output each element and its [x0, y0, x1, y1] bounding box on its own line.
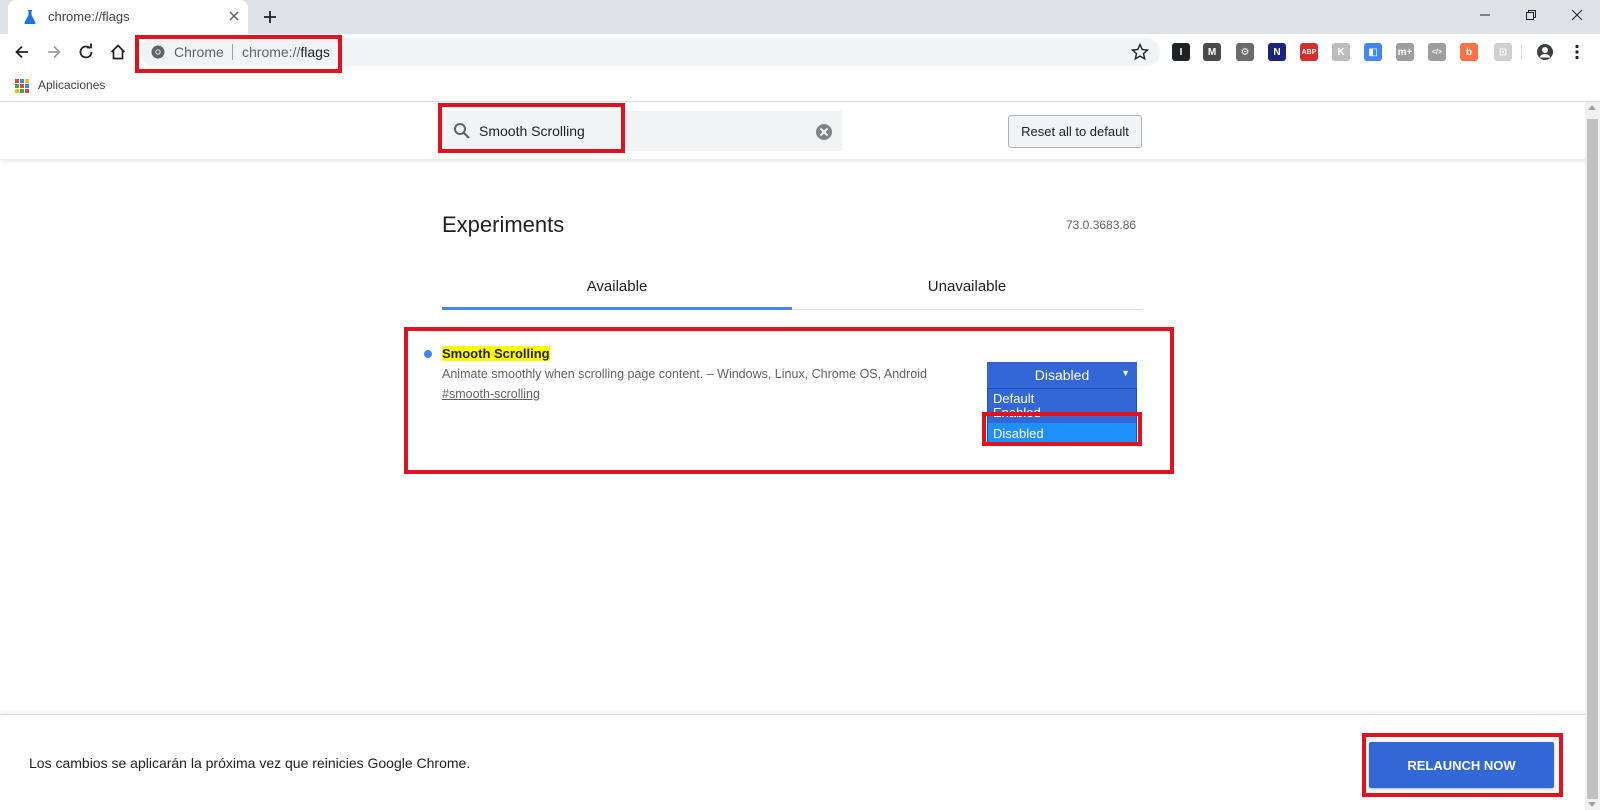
window-close-button[interactable] [1554, 0, 1600, 30]
flag-select[interactable]: Disabled ▼ [987, 362, 1137, 388]
ext-code-icon[interactable]: </> [1428, 43, 1446, 61]
tab-bar: Available Unavailable [442, 266, 1142, 310]
select-value: Disabled [1034, 367, 1090, 383]
tab-strip: chrome://flags [0, 0, 1600, 34]
ext-lock-icon[interactable]: ⊡ [1494, 43, 1512, 61]
tab-title: chrome://flags [48, 9, 130, 24]
window-close-icon [1571, 9, 1583, 21]
bookmarks-bar: Aplicaciones [0, 70, 1600, 102]
ext-n-icon[interactable]: N [1268, 43, 1286, 61]
toolbar-divider [1521, 44, 1522, 60]
flag-anchor-link[interactable]: #smooth-scrolling [442, 387, 540, 401]
arrow-left-icon [15, 45, 28, 59]
modified-indicator-dot [424, 350, 432, 358]
ext-i-icon[interactable]: I [1172, 43, 1190, 61]
tab-unavailable[interactable]: Unavailable [792, 266, 1142, 310]
arrow-right-icon [48, 45, 61, 59]
option-enabled[interactable]: Enabled [988, 405, 1136, 417]
ext-blue-icon[interactable]: ◧ [1364, 43, 1382, 61]
forward-button[interactable] [42, 40, 66, 64]
ext-abp-icon[interactable]: ABP [1300, 43, 1318, 61]
chrome-icon [151, 45, 165, 59]
close-icon[interactable] [226, 8, 242, 24]
star-icon[interactable] [1130, 42, 1150, 62]
page-title: Experiments [442, 212, 565, 237]
profile-avatar-icon[interactable] [1536, 43, 1554, 61]
reload-icon [79, 43, 93, 59]
toolbar: Chrome chrome://flags I M ⚙ N ABP K ◧ m+ </> b ⊡ [0, 34, 1600, 70]
home-button[interactable] [106, 40, 130, 64]
relaunch-message: Los cambios se aplicarán la próxima vez … [29, 755, 471, 771]
option-default[interactable]: Default [988, 391, 1136, 406]
scroll-up-arrow-icon[interactable] [1588, 105, 1596, 110]
back-button[interactable] [10, 40, 34, 64]
flask-icon [24, 10, 36, 24]
reload-button[interactable] [74, 40, 98, 64]
search-icon [454, 123, 470, 139]
url-page: flags [300, 44, 330, 60]
option-disabled[interactable]: Disabled [988, 423, 1136, 443]
omnibox-divider [232, 44, 233, 60]
url-text: chrome://flags [242, 44, 330, 60]
search-value: Smooth Scrolling [479, 123, 585, 139]
minimize-icon [1480, 14, 1490, 16]
flag-description: Animate smoothly when scrolling page con… [442, 367, 927, 381]
ext-k-icon[interactable]: K [1332, 43, 1350, 61]
omnibox[interactable]: Chrome chrome://flags [140, 38, 1160, 66]
new-tab-icon[interactable] [260, 7, 280, 27]
url-scheme: chrome:// [242, 44, 301, 60]
menu-dots-icon[interactable] [1568, 43, 1586, 61]
flags-header: Smooth Scrolling Reset all to default [0, 102, 1585, 160]
restore-icon [1526, 10, 1536, 20]
flag-item: Smooth Scrolling Animate smoothly when s… [420, 340, 1140, 446]
scrollbar[interactable] [1585, 102, 1600, 810]
clear-search-icon[interactable] [815, 123, 833, 141]
restore-button[interactable] [1508, 0, 1554, 30]
search-input[interactable]: Smooth Scrolling [441, 111, 842, 151]
bookmark-apps-label[interactable]: Aplicaciones [38, 78, 105, 92]
caret-down-icon: ▼ [1121, 368, 1130, 378]
ext-m2-icon[interactable]: m+ [1396, 43, 1414, 61]
site-chip: Chrome [174, 44, 224, 60]
apps-grid-icon[interactable] [15, 79, 29, 93]
flag-name: Smooth Scrolling [442, 346, 550, 361]
reset-all-button[interactable]: Reset all to default [1008, 115, 1142, 148]
scrollbar-thumb[interactable] [1587, 119, 1598, 799]
version-label: 73.0.3683.86 [1066, 218, 1137, 232]
relaunch-now-button[interactable]: RELAUNCH NOW [1369, 742, 1554, 788]
minimize-button[interactable] [1462, 0, 1508, 30]
ext-gear-icon[interactable]: ⚙ [1236, 43, 1254, 61]
scroll-down-arrow-icon[interactable] [1588, 802, 1596, 807]
home-icon [110, 44, 126, 60]
select-options-list: Default Enabled Disabled [987, 388, 1137, 446]
ext-orange-icon[interactable]: b [1460, 43, 1478, 61]
ext-m-icon[interactable]: M [1203, 43, 1221, 61]
browser-tab[interactable]: chrome://flags [8, 0, 248, 34]
tab-available[interactable]: Available [442, 266, 792, 310]
relaunch-footer: Los cambios se aplicarán la próxima vez … [0, 714, 1585, 810]
